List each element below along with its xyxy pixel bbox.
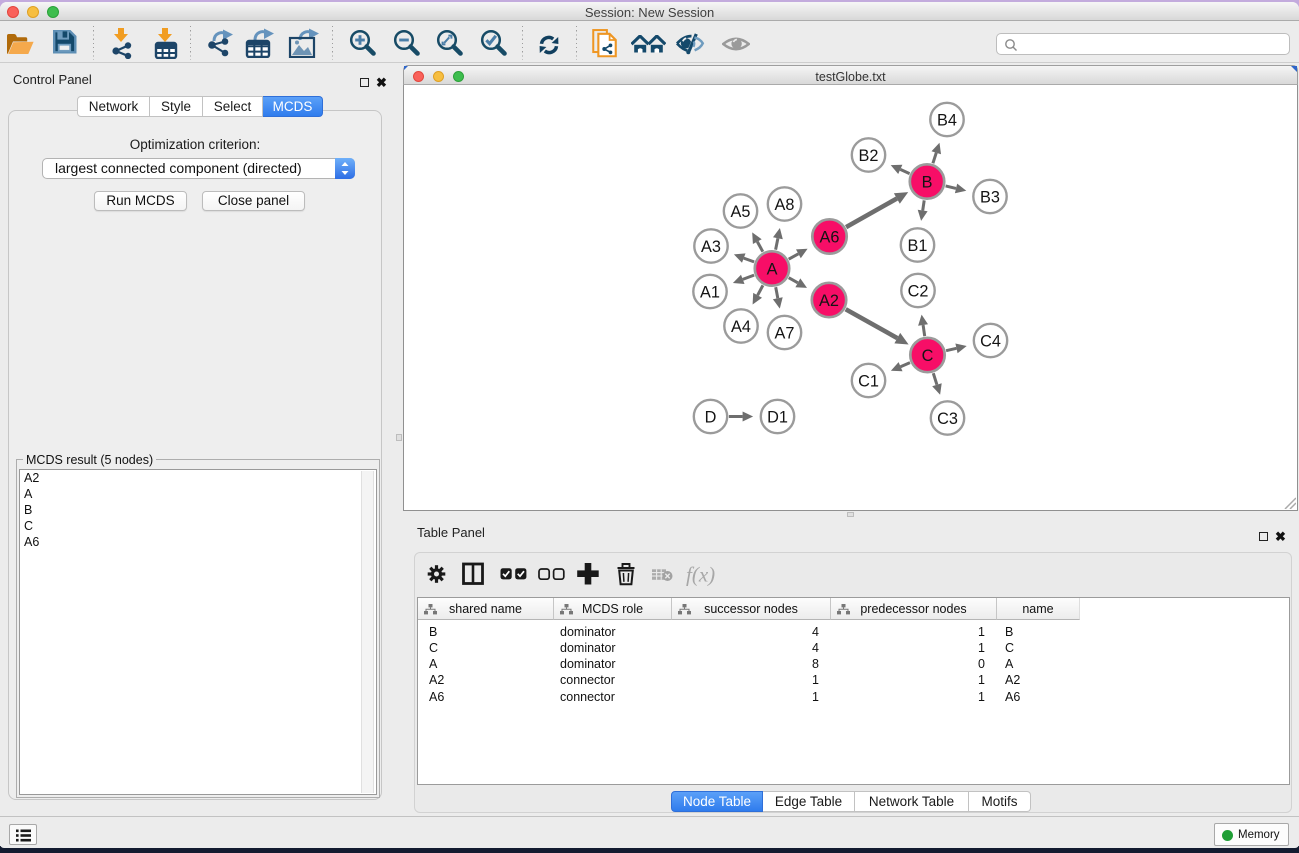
svg-text:A4: A4 (731, 318, 751, 336)
svg-text:C: C (922, 347, 934, 365)
svg-text:B3: B3 (980, 188, 1000, 206)
svg-text:C2: C2 (908, 282, 929, 300)
svg-text:B2: B2 (859, 147, 879, 165)
svg-text:C4: C4 (980, 332, 1001, 350)
svg-text:A1: A1 (700, 283, 720, 301)
svg-text:A7: A7 (775, 324, 795, 342)
svg-text:A8: A8 (775, 196, 795, 214)
svg-text:B: B (922, 173, 933, 191)
svg-text:A3: A3 (701, 238, 721, 256)
svg-text:A: A (767, 260, 778, 278)
svg-text:D1: D1 (767, 408, 788, 426)
svg-text:C1: C1 (858, 372, 879, 390)
svg-text:A2: A2 (819, 292, 839, 310)
svg-text:A5: A5 (731, 203, 751, 221)
svg-text:B1: B1 (908, 237, 928, 255)
svg-text:B4: B4 (937, 111, 957, 129)
svg-text:A6: A6 (820, 228, 840, 246)
svg-text:C3: C3 (937, 410, 958, 428)
svg-text:D: D (705, 408, 717, 426)
